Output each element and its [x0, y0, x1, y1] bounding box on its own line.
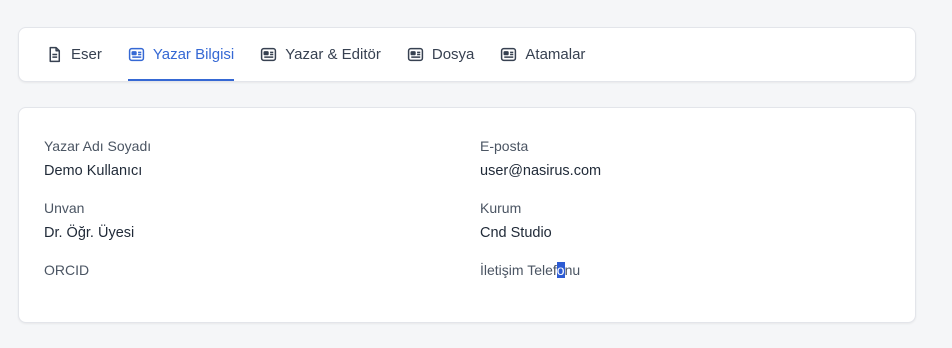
author-name-field: Yazar Adı Soyadı Demo Kullanıcı	[44, 137, 151, 180]
label-text: nu	[564, 262, 581, 278]
tab-label: Dosya	[431, 46, 475, 63]
field-label: Kurum	[480, 200, 522, 216]
label-text: İletişim Telef	[480, 262, 557, 278]
tab-label: Eser	[71, 46, 102, 63]
field-label: Yazar Adı Soyadı	[44, 138, 152, 154]
tab-atamalar[interactable]: Atamalar	[500, 28, 585, 81]
tab-label: Atamalar	[525, 46, 586, 63]
tab-yazar-bilgisi[interactable]: Yazar Bilgisi	[127, 28, 235, 81]
tab-yazar-editor[interactable]: Yazar & Editör	[260, 28, 381, 81]
field-label: ORCID	[44, 262, 90, 278]
tab-label: Yazar Bilgisi	[152, 46, 235, 63]
tab-label: Yazar & Editör	[285, 46, 381, 63]
email-field: E-posta user@nasirus.com	[480, 137, 601, 180]
field-label[interactable]: İletişim Telefonu	[480, 261, 580, 279]
field-label: E-posta	[480, 138, 529, 154]
field-value: Dr. Öğr. Üyesi	[44, 225, 135, 241]
institution-field: Kurum Cnd Studio	[480, 199, 552, 242]
field-value: Cnd Studio	[480, 225, 552, 241]
field-value: user@nasirus.com	[480, 163, 602, 179]
id-card-icon	[261, 47, 277, 62]
field-label: Unvan	[44, 200, 85, 216]
phone-field: İletişim Telefonu	[480, 261, 580, 286]
title-field: Unvan Dr. Öğr. Üyesi	[44, 199, 134, 242]
tab-bar: Eser Yazar Bilgisi Yazar & Editör Dosya …	[18, 27, 916, 82]
author-info-card: Yazar Adı Soyadı Demo Kullanıcı E-posta …	[18, 107, 916, 323]
field-value: Demo Kullanıcı	[44, 163, 143, 179]
id-card-icon	[501, 47, 517, 62]
id-card-icon	[128, 47, 144, 62]
orcid-field: ORCID	[44, 261, 89, 286]
tab-dosya[interactable]: Dosya	[407, 28, 475, 81]
id-card-icon	[407, 47, 424, 62]
tab-list: Eser Yazar Bilgisi Yazar & Editör Dosya …	[19, 28, 915, 81]
text-selection: o	[556, 262, 565, 278]
document-icon	[49, 46, 61, 63]
tab-eser[interactable]: Eser	[46, 28, 102, 81]
